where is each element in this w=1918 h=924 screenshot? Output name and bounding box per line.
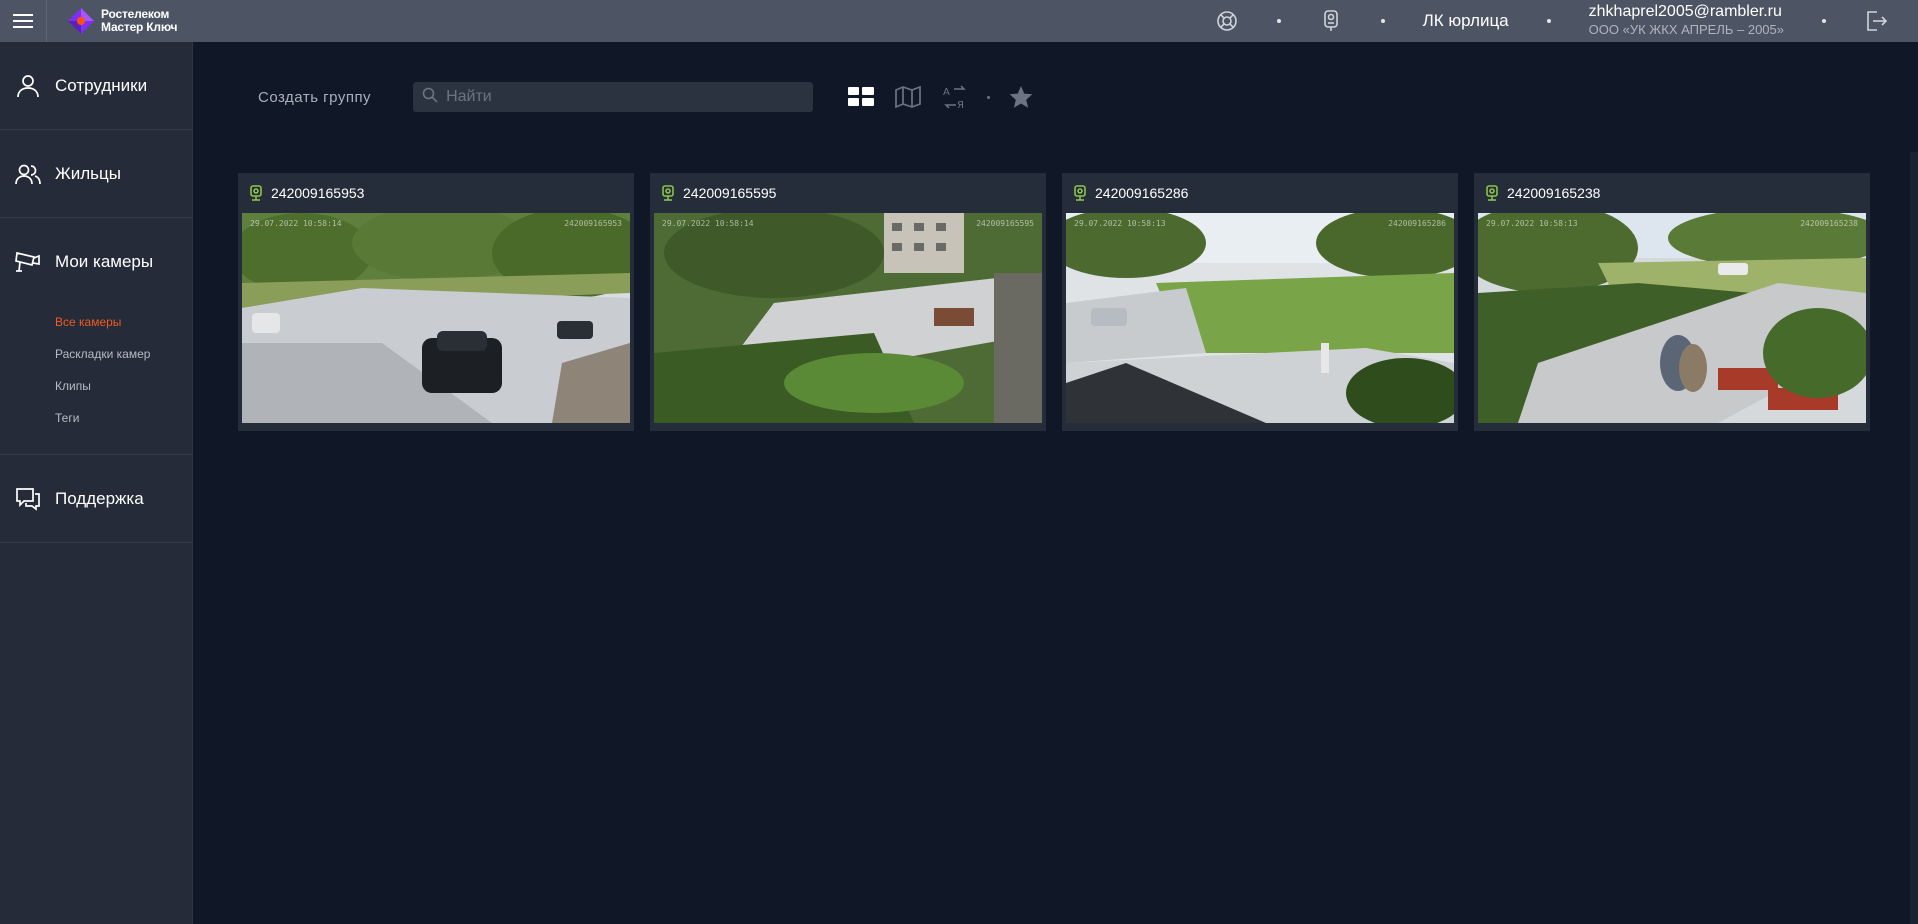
camera-id: 242009165238: [1507, 185, 1601, 201]
camera-id: 242009165953: [271, 185, 365, 201]
favorites-button[interactable]: [1008, 84, 1034, 110]
camera-card-header: 242009165286: [1066, 173, 1454, 213]
sidebar-item-employees[interactable]: Сотрудники: [0, 42, 192, 130]
sidebar-item-label: Мои камеры: [55, 252, 154, 271]
camera-preview-image[interactable]: 29.07.2022 10:58:14 242009165953: [242, 213, 630, 423]
grid-view-button[interactable]: [848, 84, 875, 110]
support-ring-icon: [1216, 11, 1237, 31]
logo-text: Ростелеком Мастер Ключ: [101, 8, 177, 34]
subnav-all-cameras[interactable]: Все камеры: [55, 306, 192, 338]
camera-card[interactable]: 242009165595 29.07.2022 10:58:14 2420091…: [650, 173, 1046, 431]
separator-dot: [1822, 19, 1826, 23]
menu-button[interactable]: [0, 0, 47, 42]
camera-overlay-id: 242009165953: [564, 219, 622, 228]
subnav-camera-layouts[interactable]: Раскладки камер: [55, 338, 192, 370]
camera-timestamp: 29.07.2022 10:58:13: [1486, 219, 1578, 228]
svg-text:A: A: [943, 87, 950, 98]
account-organization: ООО «УК ЖКХ АПРЕЛЬ – 2005»: [1588, 22, 1784, 37]
sidebar: Сотрудники Жильцы Мои камеры Все камеры …: [0, 42, 193, 924]
camera-online-icon: [1486, 185, 1498, 201]
sidebar-item-label: Поддержка: [55, 488, 144, 508]
sort-alpha-button[interactable]: A Я: [942, 84, 968, 110]
people-icon: [14, 160, 42, 188]
main-content: Создать группу A Я: [193, 42, 1918, 924]
map-view-button[interactable]: [895, 84, 921, 110]
svg-text:Я: Я: [957, 100, 964, 109]
toolbar: Создать группу A Я: [258, 82, 1055, 112]
camera-card-header: 242009165953: [242, 173, 630, 213]
org-switch[interactable]: ЛК юрлица: [1423, 11, 1509, 31]
account-email: zhkhaprel2005@rambler.ru: [1588, 3, 1782, 20]
separator-dot: [1380, 19, 1385, 23]
separator-dot: [987, 95, 991, 99]
camera-icon: [14, 248, 42, 276]
camera-card[interactable]: 242009165238 29.07.2022 10:58:13 2420091…: [1474, 173, 1870, 431]
camera-card[interactable]: 242009165286 29.07.2022 10:58:13 2420091…: [1062, 173, 1458, 431]
menu-icon: [13, 14, 33, 28]
search-input[interactable]: [444, 87, 799, 107]
camera-timestamp: 29.07.2022 10:58:13: [1074, 219, 1166, 228]
camera-preview-image[interactable]: 29.07.2022 10:58:13 242009165238: [1478, 213, 1866, 423]
account-info[interactable]: zhkhaprel2005@rambler.ru ООО «УК ЖКХ АПР…: [1589, 3, 1784, 39]
camera-card-header: 242009165595: [654, 173, 1042, 213]
camera-online-icon: [1074, 185, 1086, 201]
camera-card-header: 242009165238: [1478, 173, 1866, 213]
grid-view-icon: [848, 87, 875, 106]
search-icon: [422, 87, 438, 108]
camera-card[interactable]: 242009165953 29.07.2022 10:58:14 2420091…: [238, 173, 634, 431]
subnav-clips[interactable]: Клипы: [55, 370, 192, 402]
logout-button[interactable]: [1864, 9, 1888, 33]
camera-online-icon: [662, 185, 674, 201]
logo[interactable]: Ростелеком Мастер Ключ: [67, 7, 177, 35]
sidebar-item-residents[interactable]: Жильцы: [0, 130, 192, 218]
camera-grid: 242009165953 29.07.2022 10:58:14 2420091…: [238, 173, 1886, 431]
camera-overlay-id: 242009165286: [1388, 219, 1446, 228]
person-icon: [14, 72, 42, 100]
scrollbar[interactable]: [1910, 152, 1918, 924]
camera-preview-image[interactable]: 29.07.2022 10:58:14 242009165595: [654, 213, 1042, 423]
support-ring-button[interactable]: [1215, 9, 1239, 33]
camera-overlay-id: 242009165595: [976, 219, 1034, 228]
search-box[interactable]: [413, 82, 814, 112]
camera-timestamp: 29.07.2022 10:58:14: [250, 219, 342, 228]
cameras-subnav: Все камеры Раскладки камер Клипы Теги: [0, 306, 192, 455]
subnav-tags[interactable]: Теги: [55, 402, 192, 434]
camera-overlay-id: 242009165238: [1800, 219, 1858, 228]
logout-icon: [1867, 11, 1888, 31]
sidebar-item-my-cameras[interactable]: Мои камеры: [0, 218, 192, 306]
top-right-controls: ЛК юрлица zhkhaprel2005@rambler.ru ООО «…: [1215, 0, 1918, 42]
sidebar-item-label: Жильцы: [55, 163, 121, 183]
camera-online-icon: [250, 185, 262, 201]
sidebar-item-support[interactable]: Поддержка: [0, 455, 192, 543]
camera-preview-image[interactable]: 29.07.2022 10:58:13 242009165286: [1066, 213, 1454, 423]
rostelecom-logo-icon: [68, 8, 94, 34]
camera-id: 242009165286: [1095, 185, 1189, 201]
sort-alpha-icon: A Я: [943, 85, 966, 109]
create-group-button[interactable]: Создать группу: [258, 89, 371, 106]
camera-id: 242009165595: [683, 185, 777, 201]
top-bar: Ростелеком Мастер Ключ ЛК юрлица zhkhapr…: [0, 0, 1918, 42]
chat-icon: [14, 485, 42, 513]
intercom-button[interactable]: [1319, 9, 1343, 33]
separator-dot: [1276, 19, 1281, 23]
separator-dot: [1546, 19, 1551, 23]
camera-timestamp: 29.07.2022 10:58:14: [662, 219, 754, 228]
favorites-star-icon: [1009, 86, 1033, 108]
map-view-icon: [895, 86, 921, 108]
view-switcher: A Я: [848, 84, 1055, 110]
intercom-icon: [1323, 10, 1338, 31]
logo-line-2: Мастер Ключ: [101, 20, 178, 34]
sidebar-item-label: Сотрудники: [55, 75, 148, 95]
